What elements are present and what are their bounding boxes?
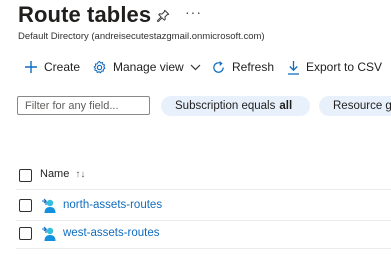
route-table-icon bbox=[42, 198, 56, 213]
table-header: Name ↑↓ bbox=[16, 163, 391, 190]
resource-group-filter-pill[interactable]: Resource g bbox=[319, 96, 391, 116]
pin-icon[interactable] bbox=[156, 9, 170, 23]
download-icon bbox=[288, 60, 299, 75]
page-title: Route tables bbox=[18, 2, 152, 27]
manage-view-button[interactable]: Manage view bbox=[92, 56, 201, 78]
filter-input[interactable] bbox=[17, 96, 150, 115]
row-checkbox[interactable] bbox=[19, 199, 32, 212]
subscription-filter-pill[interactable]: Subscription equals all bbox=[161, 96, 310, 116]
gear-icon bbox=[93, 60, 106, 73]
subscription-filter-label: Subscription equals bbox=[175, 100, 276, 112]
export-csv-label: Export to CSV bbox=[306, 60, 383, 74]
route-table-link[interactable]: north-assets-routes bbox=[63, 199, 162, 211]
sort-icon: ↑↓ bbox=[75, 168, 86, 180]
select-all-checkbox[interactable] bbox=[19, 169, 32, 182]
refresh-icon bbox=[213, 60, 224, 73]
directory-subtitle: Default Directory (andreisecutestazgmail… bbox=[18, 31, 265, 42]
refresh-button[interactable]: Refresh bbox=[211, 56, 274, 78]
more-options-icon[interactable]: ··· bbox=[185, 4, 202, 20]
chevron-down-icon bbox=[190, 64, 201, 71]
table-row: west-assets-routes bbox=[16, 220, 391, 249]
subscription-filter-value: all bbox=[279, 100, 293, 112]
create-button[interactable]: Create bbox=[24, 56, 80, 78]
route-table-link[interactable]: west-assets-routes bbox=[63, 227, 160, 239]
route-tables-page: Route tables ··· Default Directory (andr… bbox=[0, 0, 391, 278]
row-checkbox[interactable] bbox=[19, 227, 32, 240]
export-csv-button[interactable]: Export to CSV bbox=[287, 56, 382, 78]
name-column-header[interactable]: Name ↑↓ bbox=[40, 168, 85, 180]
plus-icon bbox=[25, 61, 37, 73]
refresh-label: Refresh bbox=[232, 60, 275, 74]
route-table-icon bbox=[42, 226, 56, 241]
manage-view-label: Manage view bbox=[113, 60, 184, 74]
create-label: Create bbox=[44, 60, 81, 74]
command-bar: Create Manage view Refresh Export to CSV bbox=[0, 56, 391, 78]
table-row: north-assets-routes bbox=[16, 192, 391, 221]
resource-group-filter-label: Resource g bbox=[333, 100, 391, 112]
name-column-label: Name bbox=[40, 168, 70, 180]
